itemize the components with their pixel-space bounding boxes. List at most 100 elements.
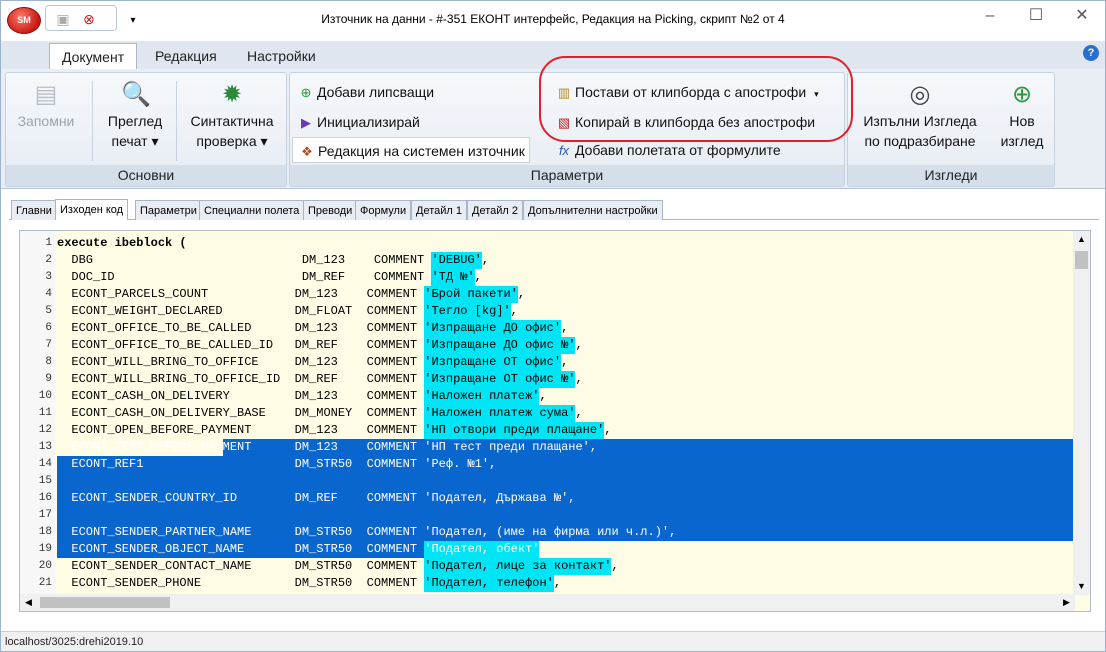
print-preview-button[interactable]: 🔍 Преглед печат ▾ <box>98 77 172 151</box>
code-editor[interactable]: 1 2 3 4 5 6 7 8 9 10 11 12 13 14 15 16 17 18 19 20 21 execut… <box>19 230 1091 612</box>
vertical-scroll-thumb[interactable] <box>1075 251 1088 269</box>
initialize-button[interactable]: ▶ Инициализирай <box>298 109 420 135</box>
tab-source-code[interactable]: Изходен код <box>55 199 129 220</box>
line-number: 13 <box>38 441 52 453</box>
new-view-label-1: Нов <box>1009 113 1035 129</box>
syntax-check-label-2: проверка ▾ <box>196 133 268 149</box>
code-line[interactable]: ECONT_WEIGHT_DECLARED DM_FLOAT COMMENT '… <box>57 304 517 318</box>
line-number: 15 <box>38 475 52 487</box>
new-view-button[interactable]: ⊕ Нов изглед <box>994 77 1050 151</box>
scroll-up-icon[interactable]: ▲ <box>1073 231 1090 248</box>
content-tab-bar: Главни Изходен код Параметри Специални п… <box>9 198 1099 220</box>
ribbon: ▤ Запомни 🔍 Преглед печат ▾ ✹ Синтактичн… <box>1 56 1105 189</box>
app-window: SM ▣ ⊗ ▾ Източник на данни - #-351 ЕКОНТ… <box>0 0 1106 652</box>
group-basic: ▤ Запомни 🔍 Преглед печат ▾ ✹ Синтактичн… <box>5 72 287 187</box>
group-views: ◎ Изпълни Изгледа по подразбиране ⊕ Нов … <box>847 72 1055 187</box>
selection-highlight <box>57 473 1073 490</box>
line-number: 17 <box>38 509 52 521</box>
tab-settings[interactable]: Настройки <box>235 43 328 69</box>
code-line[interactable]: ECONT_OFFICE_TO_BE_CALLED_ID DM_REF COMM… <box>57 338 582 352</box>
maximize-button[interactable]: ☐ <box>1013 1 1059 33</box>
line-number: 19 <box>38 543 52 555</box>
add-formula-fields-label: Добави полетата от формулите <box>575 142 781 158</box>
help-icon[interactable]: ? <box>1083 45 1099 61</box>
scroll-right-icon[interactable]: ▶ <box>1058 594 1075 611</box>
code-line[interactable]: ECONT_WILL_BRING_TO_OFFICE DM_123 COMMEN… <box>57 355 568 369</box>
tab-special-fields[interactable]: Специални полета <box>199 200 305 220</box>
window-title: Източник на данни - #-351 ЕКОНТ интерфей… <box>321 12 785 26</box>
code-line[interactable]: execute ibeblock ( <box>57 236 187 250</box>
line-number: 21 <box>38 577 52 589</box>
run-default-view-button[interactable]: ◎ Изпълни Изгледа по подразбиране <box>854 77 986 151</box>
line-number: 7 <box>45 339 52 351</box>
horizontal-scroll-thumb[interactable] <box>40 597 170 608</box>
tab-parameters[interactable]: Параметри <box>135 200 202 220</box>
selection-highlight <box>57 507 1073 524</box>
status-bar: localhost/3025:drehi2019.10 <box>1 631 1105 651</box>
tab-translations[interactable]: Преводи <box>303 200 358 220</box>
add-missing-button[interactable]: ⊕ Добави липсващи <box>298 79 434 105</box>
code-line[interactable]: DBG DM_123 COMMENT 'DEBUG', <box>57 253 489 267</box>
minimize-button[interactable]: – <box>967 1 1013 33</box>
code-line[interactable]: ECONT_WILL_BRING_TO_OFFICE_ID DM_REF COM… <box>57 372 582 386</box>
line-number: 14 <box>38 458 52 470</box>
line-number: 10 <box>38 390 52 402</box>
line-number: 20 <box>38 560 52 572</box>
save-label: Запомни <box>17 113 75 129</box>
separator <box>92 81 93 161</box>
initialize-icon: ▶ <box>301 115 311 130</box>
group-basic-label: Основни <box>6 165 286 186</box>
tab-additional-settings[interactable]: Допълнителни настройки <box>523 200 663 220</box>
code-line[interactable]: ECONT_TEST_BEFORE_PAYMENT DM_123 COMMENT… <box>57 440 597 454</box>
code-line[interactable]: ECONT_OPEN_BEFORE_PAYMENT DM_123 COMMENT… <box>57 423 611 437</box>
tab-document[interactable]: Документ <box>49 43 138 69</box>
scroll-left-icon[interactable]: ◀ <box>20 594 37 611</box>
code-line[interactable]: ECONT_REF1 DM_STR50 COMMENT 'Реф. №1', <box>57 457 496 471</box>
floppy-icon: ▤ <box>34 81 58 108</box>
horizontal-scrollbar[interactable]: ◀ ▶ <box>20 594 1075 611</box>
add-icon: ⊕ <box>300 85 312 100</box>
annotation-circle <box>539 56 853 142</box>
tab-edit[interactable]: Редакция <box>143 43 229 69</box>
line-number: 6 <box>45 322 52 334</box>
line-number: 18 <box>38 526 52 538</box>
run-default-view-label-2: по подразбиране <box>864 133 976 149</box>
close-button[interactable]: ✕ <box>1059 1 1105 33</box>
new-view-icon: ⊕ <box>1011 81 1033 108</box>
syntax-check-label-1: Синтактична <box>190 113 274 129</box>
code-line[interactable]: ECONT_SENDER_PHONE DM_STR50 COMMENT 'Под… <box>57 576 561 590</box>
tab-detail-1[interactable]: Детайл 1 <box>411 200 467 220</box>
code-line[interactable]: ECONT_SENDER_CONTACT_NAME DM_STR50 COMME… <box>57 559 618 573</box>
edit-system-source-button[interactable]: ❖ Редакция на системен източник <box>292 137 530 163</box>
binoculars-icon: ◎ <box>909 81 931 108</box>
syntax-check-button[interactable]: ✹ Синтактична проверка ▾ <box>182 77 282 151</box>
line-number: 11 <box>38 407 52 419</box>
initialize-label: Инициализирай <box>317 114 420 130</box>
line-number: 9 <box>45 373 52 385</box>
save-button[interactable]: ▤ Запомни <box>14 77 78 131</box>
line-number: 4 <box>45 288 52 300</box>
code-line[interactable]: ECONT_PARCELS_COUNT DM_123 COMMENT 'Брой… <box>57 287 525 301</box>
line-number: 8 <box>45 356 52 368</box>
scroll-down-icon[interactable]: ▼ <box>1073 578 1090 595</box>
tab-formulas[interactable]: Формули <box>355 200 412 220</box>
vertical-scrollbar[interactable]: ▲ ▼ <box>1073 231 1090 595</box>
tab-detail-2[interactable]: Детайл 2 <box>467 200 523 220</box>
code-line[interactable]: DOC_ID DM_REF COMMENT 'ТД №', <box>57 270 481 284</box>
line-number: 3 <box>45 271 52 283</box>
code-line[interactable]: ECONT_CASH_ON_DELIVERY DM_123 COMMENT 'Н… <box>57 389 546 403</box>
syntax-check-icon: ✹ <box>221 81 243 108</box>
run-default-view-label-1: Изпълни Изгледа <box>863 113 977 129</box>
line-number-gutter: 1 2 3 4 5 6 7 8 9 10 11 12 13 14 15 16 17 18 19 20 21 <box>20 231 55 595</box>
code-line[interactable]: ECONT_SENDER_OBJECT_NAME DM_STR50 COMMEN… <box>57 542 546 556</box>
line-number: 12 <box>38 424 52 436</box>
separator <box>176 81 177 161</box>
code-line[interactable]: ECONT_CASH_ON_DELIVERY_BASE DM_MONEY COM… <box>57 406 582 420</box>
tab-main[interactable]: Главни <box>11 200 57 220</box>
code-line[interactable]: ECONT_SENDER_COUNTRY_ID DM_REF COMMENT '… <box>57 491 575 505</box>
line-number: 1 <box>45 237 52 249</box>
line-number: 5 <box>45 305 52 317</box>
title-bar: SM ▣ ⊗ ▾ Източник на данни - #-351 ЕКОНТ… <box>1 1 1105 37</box>
code-line[interactable]: ECONT_SENDER_PARTNER_NAME DM_STR50 COMME… <box>57 525 676 539</box>
code-line[interactable]: ECONT_OFFICE_TO_BE_CALLED DM_123 COMMENT… <box>57 321 568 335</box>
